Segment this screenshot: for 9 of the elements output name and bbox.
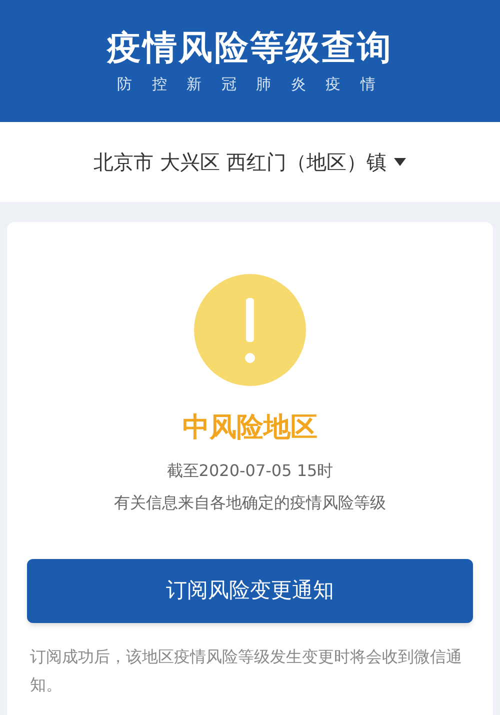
page-subtitle: 防 控 新 冠 肺 炎 疫 情 bbox=[117, 76, 383, 92]
update-time: 截至2020-07-05 15时 bbox=[166, 460, 334, 482]
page-title: 疫情风险等级查询 bbox=[107, 30, 393, 64]
subscribe-note: 订阅成功后，该地区疫情风险等级发生变更时将会收到微信通知。 bbox=[30, 646, 463, 696]
source-note: 有关信息来自各地确定的疫情风险等级 bbox=[114, 492, 386, 514]
caret-icon bbox=[394, 158, 406, 166]
risk-level: 中风险地区 bbox=[182, 411, 318, 445]
warning-icon bbox=[194, 274, 306, 386]
subscribe-button[interactable]: 订阅风险变更通知 bbox=[27, 558, 473, 622]
